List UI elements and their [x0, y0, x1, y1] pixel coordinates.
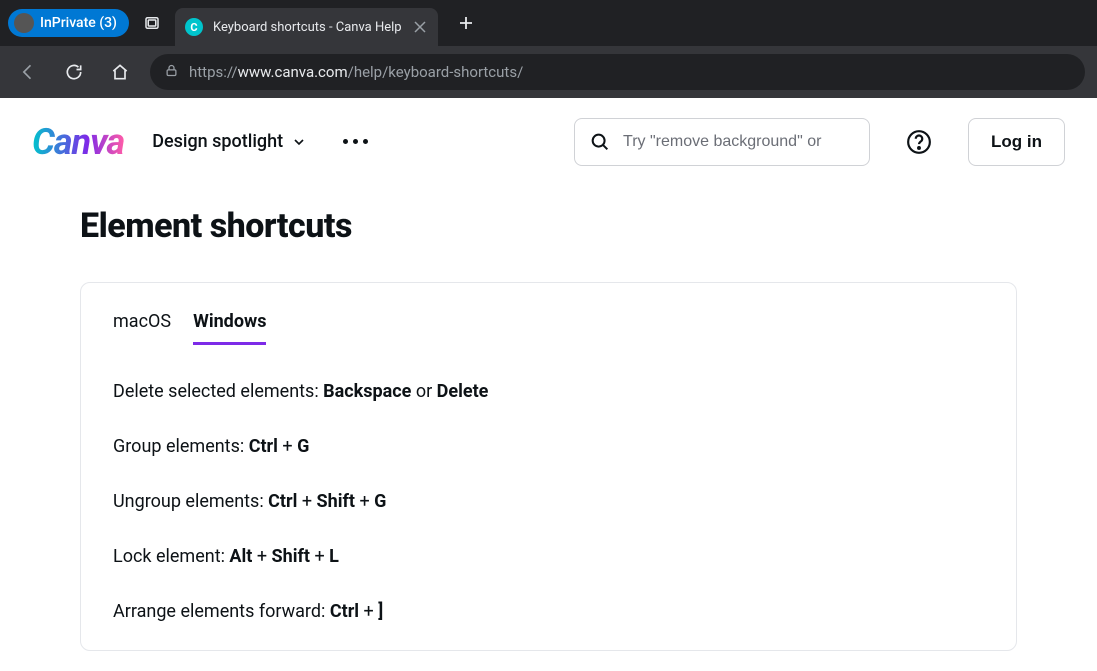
- shortcut-list: Delete selected elements: Backspace or D…: [113, 381, 984, 622]
- more-menu-icon[interactable]: [335, 131, 376, 152]
- tab-overview-icon[interactable]: [137, 8, 167, 38]
- help-icon[interactable]: [898, 121, 940, 163]
- close-icon[interactable]: [412, 19, 428, 35]
- browser-tab[interactable]: C Keyboard shortcuts - Canva Help: [175, 8, 438, 46]
- site-header: Canva Design spotlight Log in: [0, 98, 1097, 186]
- search-icon: [589, 131, 611, 153]
- page-content: Canva Design spotlight Log in Element sh…: [0, 98, 1097, 671]
- main-content: Element shortcuts macOS Windows Delete s…: [0, 186, 1097, 671]
- login-button[interactable]: Log in: [968, 118, 1065, 166]
- inprivate-badge[interactable]: InPrivate (3): [8, 9, 129, 37]
- nav-item-label: Design spotlight: [152, 131, 283, 152]
- inprivate-label: InPrivate (3): [40, 15, 117, 31]
- shortcut-line: Group elements: Ctrl + G: [113, 436, 984, 457]
- new-tab-button[interactable]: [452, 9, 480, 37]
- avatar-icon: [14, 13, 34, 33]
- os-tabs: macOS Windows: [113, 311, 984, 345]
- search-box[interactable]: [574, 118, 870, 166]
- shortcuts-card: macOS Windows Delete selected elements: …: [80, 282, 1017, 651]
- address-row: https://www.canva.com/help/keyboard-shor…: [0, 46, 1097, 98]
- lock-icon: [164, 63, 179, 82]
- refresh-button[interactable]: [58, 56, 90, 88]
- shortcut-line: Ungroup elements: Ctrl + Shift + G: [113, 491, 984, 512]
- url-text: https://www.canva.com/help/keyboard-shor…: [189, 63, 523, 81]
- tab-macos[interactable]: macOS: [113, 311, 171, 345]
- back-button[interactable]: [12, 56, 44, 88]
- shortcut-line: Lock element: Alt + Shift + L: [113, 546, 984, 567]
- chevron-down-icon: [291, 134, 307, 150]
- search-input[interactable]: [623, 133, 855, 151]
- browser-chrome: InPrivate (3) C Keyboard shortcuts - Can…: [0, 0, 1097, 98]
- canva-logo[interactable]: Canva: [32, 121, 124, 163]
- shortcut-line: Delete selected elements: Backspace or D…: [113, 381, 984, 402]
- tab-title: Keyboard shortcuts - Canva Help: [213, 20, 402, 35]
- tab-bar: InPrivate (3) C Keyboard shortcuts - Can…: [0, 0, 1097, 46]
- canva-favicon-icon: C: [185, 18, 203, 36]
- tab-windows[interactable]: Windows: [193, 311, 266, 345]
- home-button[interactable]: [104, 56, 136, 88]
- page-title: Element shortcuts: [80, 206, 1017, 246]
- shortcut-line: Arrange elements forward: Ctrl + ]: [113, 601, 984, 622]
- design-spotlight-menu[interactable]: Design spotlight: [152, 131, 307, 152]
- address-bar[interactable]: https://www.canva.com/help/keyboard-shor…: [150, 54, 1085, 90]
